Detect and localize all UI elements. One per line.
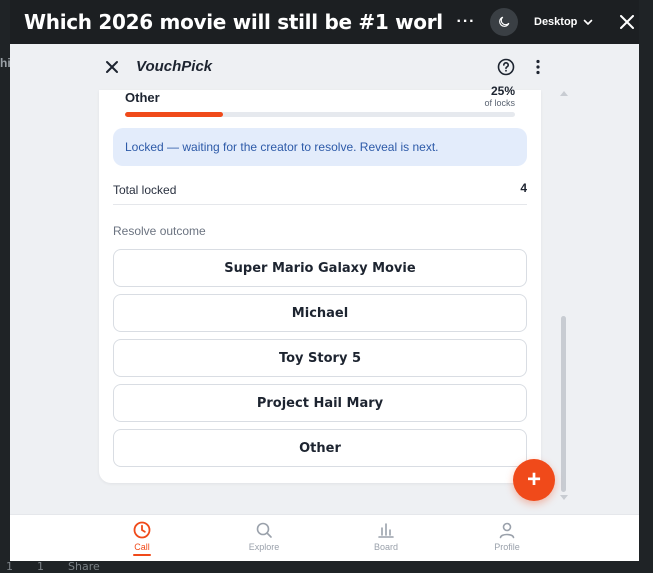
close-icon[interactable] bbox=[103, 58, 121, 76]
outcome-button[interactable]: Super Mario Galaxy Movie bbox=[113, 249, 527, 287]
status-notice: Locked — waiting for the creator to reso… bbox=[113, 128, 527, 166]
background-app-toolbar: 1 1 Share bbox=[0, 561, 653, 573]
user-icon bbox=[499, 522, 515, 539]
bar-chart-icon bbox=[378, 523, 394, 538]
option-progress-track bbox=[125, 112, 515, 117]
nav-label: Board bbox=[373, 542, 399, 552]
total-locked-row: Total locked 4 bbox=[113, 175, 527, 205]
app-page: VouchPick Other 25% of locks Locked — wa… bbox=[10, 44, 639, 561]
pick-card: Other 25% of locks Locked — waiting for … bbox=[99, 84, 541, 483]
active-indicator bbox=[133, 554, 151, 556]
outcome-button[interactable]: Other bbox=[113, 429, 527, 467]
title-bar: Which 2026 movie will still be #1 worldw… bbox=[10, 0, 639, 44]
nav-label: Explore bbox=[248, 542, 280, 552]
scroll-down-arrow-icon[interactable] bbox=[559, 494, 569, 502]
bottom-navigation: Call Explore Board Profile bbox=[10, 514, 639, 561]
window-title: Which 2026 movie will still be #1 worldw… bbox=[24, 10, 442, 34]
chevron-down-icon bbox=[584, 19, 593, 25]
scroll-up-arrow-icon[interactable] bbox=[559, 89, 569, 97]
outcome-button[interactable]: Michael bbox=[113, 294, 527, 332]
close-icon bbox=[620, 15, 635, 29]
option-percent-caption: of locks bbox=[484, 98, 515, 108]
resolve-outcome-heading: Resolve outcome bbox=[113, 224, 206, 238]
nav-label: Profile bbox=[494, 542, 520, 552]
background-item: 1 bbox=[6, 561, 13, 573]
nav-label: Call bbox=[134, 542, 150, 552]
nav-item-call[interactable]: Call bbox=[102, 521, 182, 556]
moon-icon bbox=[499, 16, 510, 27]
brand-logo-text: VouchPick bbox=[136, 58, 213, 75]
background-item: 1 bbox=[37, 561, 44, 573]
kebab-menu-icon[interactable] bbox=[531, 58, 545, 76]
create-pick-button[interactable]: + bbox=[513, 459, 555, 501]
clock-icon bbox=[133, 521, 151, 539]
theme-toggle-button[interactable] bbox=[490, 8, 518, 36]
outcome-list: Super Mario Galaxy Movie Michael Toy Sto… bbox=[113, 249, 527, 474]
option-label: Other bbox=[125, 90, 160, 105]
outcome-button[interactable]: Toy Story 5 bbox=[113, 339, 527, 377]
window-close-button[interactable] bbox=[617, 12, 637, 32]
option-percent: 25% bbox=[490, 84, 515, 98]
scrollbar-thumb[interactable] bbox=[561, 316, 566, 492]
view-mode-label: Desktop bbox=[534, 16, 578, 28]
nav-item-profile[interactable]: Profile bbox=[467, 521, 547, 552]
nav-item-explore[interactable]: Explore bbox=[224, 521, 304, 552]
option-result-row: Other 25% of locks bbox=[125, 84, 515, 122]
outcome-button[interactable]: Project Hail Mary bbox=[113, 384, 527, 422]
search-icon bbox=[256, 522, 272, 538]
help-icon[interactable] bbox=[497, 58, 515, 76]
total-locked-value: 4 bbox=[520, 181, 527, 195]
total-locked-label: Total locked bbox=[113, 183, 177, 197]
background-item: Share bbox=[68, 561, 100, 573]
more-options-button[interactable]: ··· bbox=[454, 13, 478, 31]
option-progress-fill bbox=[125, 112, 223, 117]
view-mode-dropdown[interactable]: Desktop bbox=[534, 16, 593, 28]
nav-item-board[interactable]: Board bbox=[346, 521, 426, 552]
app-header: VouchPick bbox=[10, 44, 639, 90]
